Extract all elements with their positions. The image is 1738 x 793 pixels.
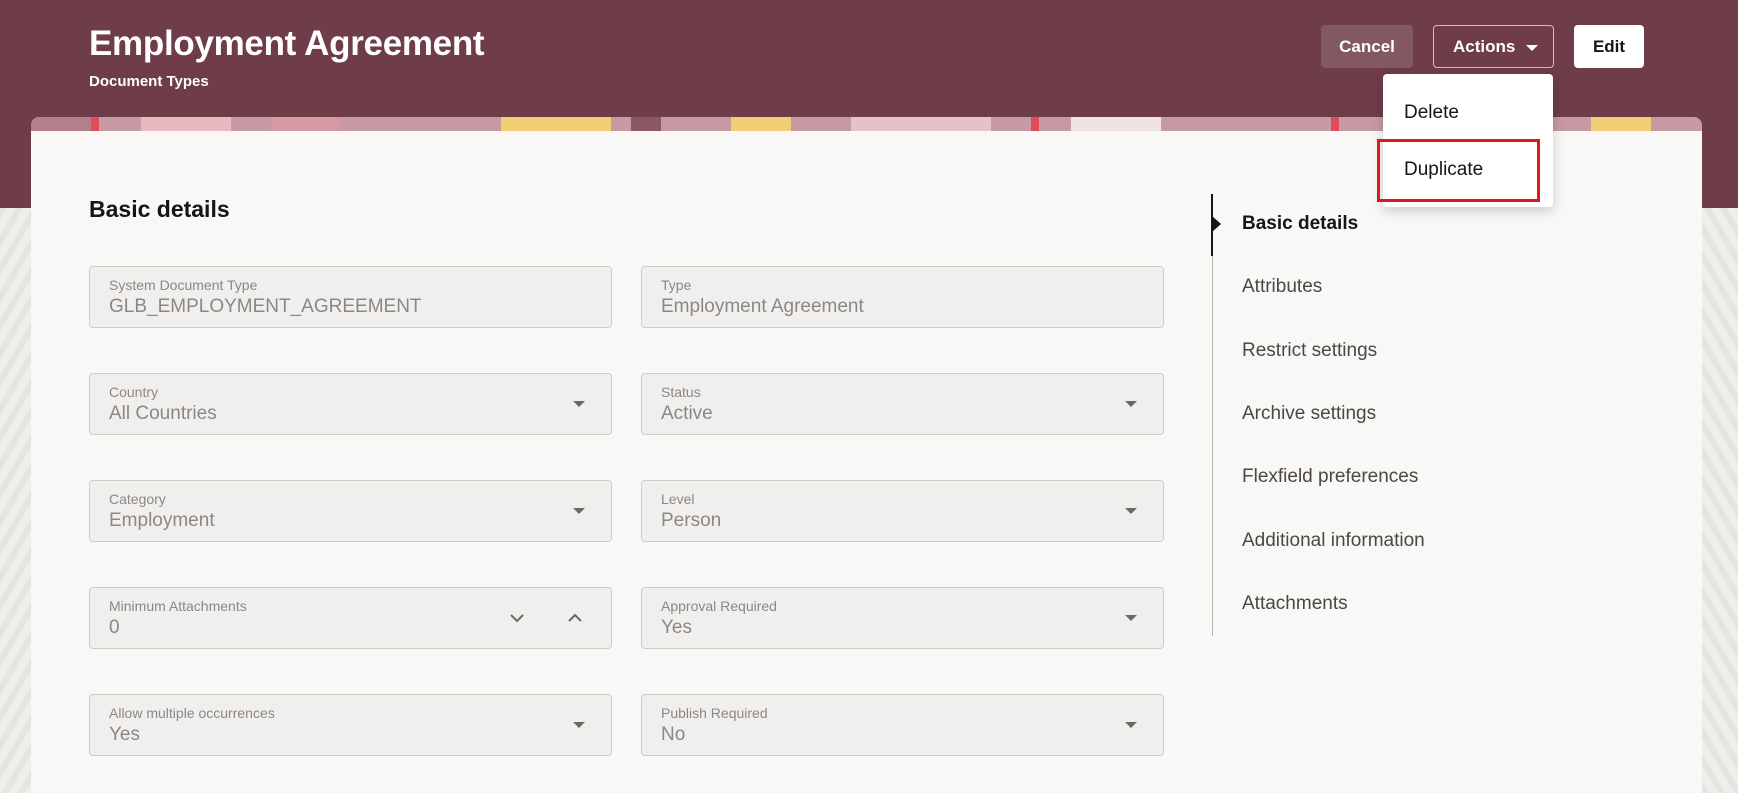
nav-item-restrict-settings[interactable]: Restrict settings bbox=[1242, 340, 1377, 362]
field-label: Approval Required bbox=[661, 598, 777, 614]
nav-item-archive-settings[interactable]: Archive settings bbox=[1242, 403, 1376, 425]
minimum-attachments-stepper[interactable]: Minimum Attachments 0 bbox=[89, 587, 612, 649]
nav-item-attachments[interactable]: Attachments bbox=[1242, 593, 1348, 615]
field-value: Active bbox=[661, 403, 713, 424]
section-title: Basic details bbox=[89, 196, 230, 222]
field-label: Allow multiple occurrences bbox=[109, 705, 275, 721]
system-document-type-field[interactable]: System Document Type GLB_EMPLOYMENT_AGRE… bbox=[89, 266, 612, 328]
menu-item-delete[interactable]: Delete bbox=[1404, 102, 1459, 124]
field-label: Level bbox=[661, 491, 695, 507]
caret-down-icon[interactable] bbox=[1125, 401, 1137, 407]
field-label: System Document Type bbox=[109, 277, 258, 293]
field-value: 0 bbox=[109, 617, 120, 638]
country-select[interactable]: Country All Countries bbox=[89, 373, 612, 435]
caret-down-icon[interactable] bbox=[573, 722, 585, 728]
field-label: Type bbox=[661, 277, 692, 293]
field-label: Status bbox=[661, 384, 701, 400]
category-select[interactable]: Category Employment bbox=[89, 480, 612, 542]
cancel-button[interactable]: Cancel bbox=[1321, 25, 1413, 68]
chevron-down-icon[interactable] bbox=[509, 610, 525, 626]
field-value: Employment Agreement bbox=[661, 296, 864, 317]
highlight-box bbox=[1377, 139, 1540, 202]
background-texture-left bbox=[0, 208, 31, 793]
actions-button-label: Actions bbox=[1453, 36, 1516, 56]
chevron-up-icon[interactable] bbox=[567, 610, 583, 626]
field-label: Country bbox=[109, 384, 159, 400]
caret-down-icon[interactable] bbox=[573, 508, 585, 514]
caret-down-icon[interactable] bbox=[573, 401, 585, 407]
field-value: GLB_EMPLOYMENT_AGREEMENT bbox=[109, 296, 422, 317]
field-value: Yes bbox=[109, 724, 140, 745]
field-value: Person bbox=[661, 510, 722, 531]
page-title: Employment Agreement bbox=[89, 24, 485, 63]
field-value: All Countries bbox=[109, 403, 217, 424]
approval-required-select[interactable]: Approval Required Yes bbox=[641, 587, 1164, 649]
background-texture-right bbox=[1702, 208, 1738, 793]
level-select[interactable]: Level Person bbox=[641, 480, 1164, 542]
nav-item-additional-information[interactable]: Additional information bbox=[1242, 530, 1425, 552]
actions-button[interactable]: Actions bbox=[1433, 25, 1554, 68]
caret-down-icon[interactable] bbox=[1125, 615, 1137, 621]
nav-item-flexfield-preferences[interactable]: Flexfield preferences bbox=[1242, 466, 1418, 488]
field-value: Employment bbox=[109, 510, 215, 531]
caret-down-icon[interactable] bbox=[1125, 722, 1137, 728]
caret-down-icon bbox=[1526, 45, 1538, 51]
field-value: Yes bbox=[661, 617, 692, 638]
publish-required-select[interactable]: Publish Required No bbox=[641, 694, 1164, 756]
allow-multiple-occurrences-select[interactable]: Allow multiple occurrences Yes bbox=[89, 694, 612, 756]
field-label: Category bbox=[109, 491, 166, 507]
field-label: Minimum Attachments bbox=[109, 598, 247, 614]
caret-down-icon[interactable] bbox=[1125, 508, 1137, 514]
nav-item-basic-details[interactable]: Basic details bbox=[1242, 213, 1358, 235]
nav-item-attributes[interactable]: Attributes bbox=[1242, 276, 1322, 298]
field-value: No bbox=[661, 724, 686, 745]
field-label: Publish Required bbox=[661, 705, 768, 721]
type-field[interactable]: Type Employment Agreement bbox=[641, 266, 1164, 328]
status-select[interactable]: Status Active bbox=[641, 373, 1164, 435]
page-subtitle: Document Types bbox=[89, 73, 209, 90]
edit-button[interactable]: Edit bbox=[1574, 25, 1644, 68]
triangle-right-icon bbox=[1212, 216, 1221, 232]
